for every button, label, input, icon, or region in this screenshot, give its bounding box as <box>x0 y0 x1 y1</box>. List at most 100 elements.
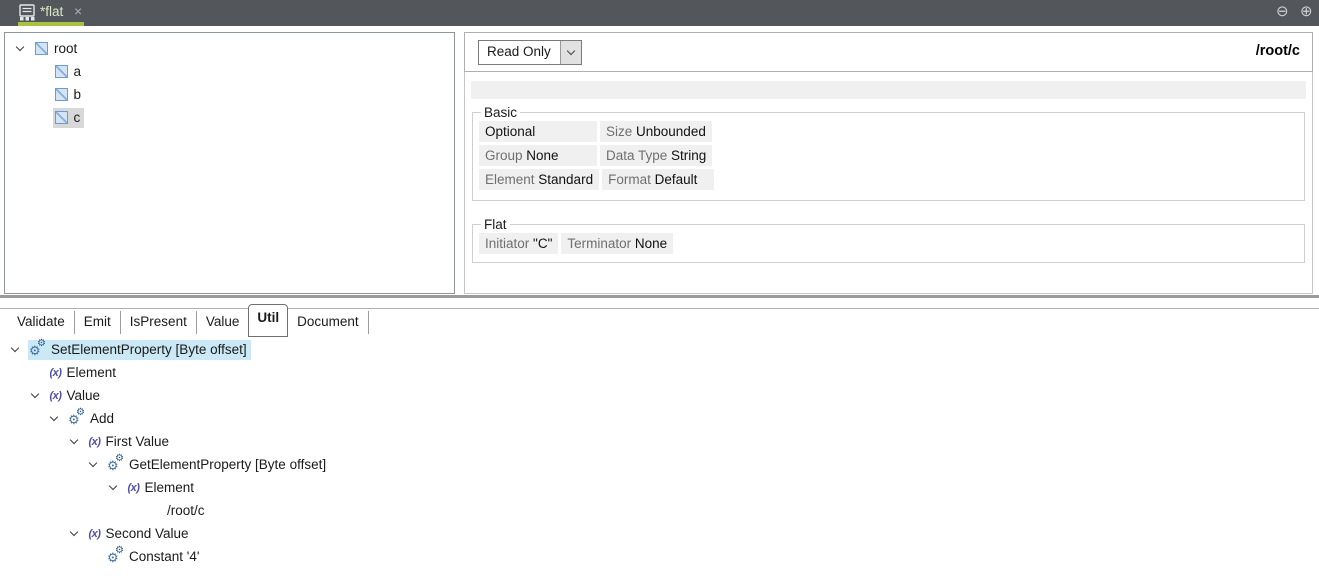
tree-item[interactable]: ⚙ ⚙ GetElementProperty [Byte offset] <box>0 453 1319 476</box>
tab-util[interactable]: Util <box>248 304 289 337</box>
tree-item-label: Element <box>66 365 116 380</box>
tab-document[interactable]: Document <box>288 310 369 335</box>
chevron-down-icon[interactable] <box>10 343 20 352</box>
property-row: Element Standard Format Default <box>479 169 1298 190</box>
tree-item[interactable]: root <box>5 37 454 60</box>
expander[interactable] <box>30 389 48 398</box>
selected-row-content: c <box>52 107 85 128</box>
tree-item-label: First Value <box>105 434 169 449</box>
document-type-icon <box>19 4 36 21</box>
schema-tree: root a b c <box>5 37 454 129</box>
property-label: Data Type <box>606 148 672 163</box>
tree-item-label: root <box>54 41 78 56</box>
chevron-down-icon[interactable] <box>49 412 59 421</box>
tree-item-label: Add <box>90 411 115 426</box>
tree-item[interactable]: (x) Element <box>0 361 1319 384</box>
application-window: { "titlebar": { "tab_label": "*flat", "c… <box>0 0 1319 581</box>
tree-item-label: SetElementProperty [Byte offset] <box>51 342 247 357</box>
property-value: Unbounded <box>636 124 706 139</box>
script-panel: Validate Emit IsPresent Value Util Document ⚙… <box>0 298 1319 581</box>
expander[interactable] <box>15 42 33 51</box>
property-label: Terminator <box>567 236 635 251</box>
variable-icon: (x) <box>88 435 101 448</box>
tree-item[interactable]: ⚙ ⚙ Add <box>0 407 1319 430</box>
tree-item[interactable]: a <box>5 60 454 83</box>
row-content: ⚙ ⚙ GetElementProperty [Byte offset] <box>106 453 330 475</box>
element-icon <box>54 88 68 101</box>
function-gear-icon: ⚙ ⚙ <box>68 407 85 427</box>
property-row: Initiator "C" Terminator None <box>479 233 1298 254</box>
title-bar: *flat × ⊖ ⊕ <box>0 0 1319 26</box>
expander[interactable] <box>10 343 28 352</box>
property-value: Default <box>654 172 698 187</box>
tab-ispresent[interactable]: IsPresent <box>121 310 197 335</box>
flat-group-legend: Flat <box>484 217 507 232</box>
property-chip: Terminator None <box>561 233 674 254</box>
tree-item[interactable]: ⚙ ⚙ SetElementProperty [Byte offset] <box>0 338 1319 361</box>
property-value: None <box>634 236 668 251</box>
chevron-down-icon[interactable] <box>30 389 39 398</box>
property-chip: Data Type String <box>600 145 713 166</box>
script-tree: ⚙ ⚙ SetElementProperty [Byte offset] (x) Ele… <box>0 338 1319 568</box>
tree-item[interactable]: (x) Element <box>0 476 1319 499</box>
tree-item-label: Element <box>144 480 194 495</box>
row-content: (x) First Value <box>87 432 173 452</box>
property-value: String <box>671 148 707 163</box>
expander[interactable] <box>108 481 126 490</box>
property-chip: Group None <box>479 145 597 166</box>
tree-item[interactable]: c <box>5 106 454 129</box>
row-content: (x) Element <box>48 363 120 383</box>
mode-select-value: Read Only <box>487 44 551 59</box>
element-icon <box>54 111 68 124</box>
collapse-icon[interactable]: ⊖ <box>1276 3 1289 21</box>
function-gear-icon: ⚙ ⚙ <box>107 453 124 473</box>
tab-value[interactable]: Value <box>197 311 249 335</box>
chevron-down-icon[interactable] <box>108 481 117 490</box>
tree-item[interactable]: (x) First Value <box>0 430 1319 453</box>
function-gear-icon: ⚙ ⚙ <box>107 545 124 565</box>
tree-item-label: Constant '4' <box>129 549 200 564</box>
property-value: Standard <box>538 172 594 187</box>
property-label: Size <box>606 124 637 139</box>
expander[interactable] <box>69 435 87 444</box>
tree-item[interactable]: b <box>5 83 454 106</box>
property-label: Initiator <box>485 236 534 251</box>
tree-item[interactable]: (x) Second Value <box>0 522 1319 545</box>
chevron-down-icon[interactable] <box>69 435 78 444</box>
tree-item[interactable]: ⚙ ⚙ Constant '4' <box>0 545 1319 568</box>
description-bar <box>471 81 1306 99</box>
variable-icon: (x) <box>88 527 101 540</box>
close-tab-icon[interactable]: × <box>74 3 82 19</box>
properties-header: Read Only /root/c <box>464 32 1313 72</box>
tree-item[interactable]: (x) Value <box>0 384 1319 407</box>
tree-item-label: b <box>73 87 82 102</box>
schema-tree-panel: root a b c <box>4 32 455 294</box>
property-chip: Optional <box>479 121 597 142</box>
property-label: Group <box>485 148 527 163</box>
chevron-down-icon[interactable] <box>559 41 581 64</box>
basic-group-legend: Basic <box>484 105 518 120</box>
tree-item-label: a <box>73 64 82 79</box>
property-chip: Initiator "C" <box>479 233 559 254</box>
tree-item[interactable]: /root/c <box>0 499 1319 522</box>
property-label: Element <box>485 172 539 187</box>
flat-group: Flat Initiator "C" Terminator None <box>472 217 1305 263</box>
expand-icon[interactable]: ⊕ <box>1300 3 1313 21</box>
property-value: "C" <box>533 236 553 251</box>
element-path: /root/c <box>1255 43 1300 59</box>
property-value: Optional <box>485 124 536 139</box>
mode-select[interactable]: Read Only <box>478 40 582 65</box>
expander[interactable] <box>88 458 106 467</box>
document-tab-label[interactable]: *flat <box>40 4 63 19</box>
tab-emit[interactable]: Emit <box>75 310 121 335</box>
element-icon <box>54 65 68 78</box>
expander[interactable] <box>49 412 67 421</box>
tab-validate[interactable]: Validate <box>8 310 75 335</box>
expander[interactable] <box>69 527 87 536</box>
tree-item-label: c <box>73 110 81 125</box>
properties-panel: Read Only /root/c Basic Optional Size Unb… <box>464 32 1313 294</box>
chevron-down-icon[interactable] <box>15 42 25 51</box>
chevron-down-icon[interactable] <box>69 527 78 536</box>
row-content: ⚙ ⚙ Add <box>67 407 118 429</box>
chevron-down-icon[interactable] <box>88 458 98 467</box>
